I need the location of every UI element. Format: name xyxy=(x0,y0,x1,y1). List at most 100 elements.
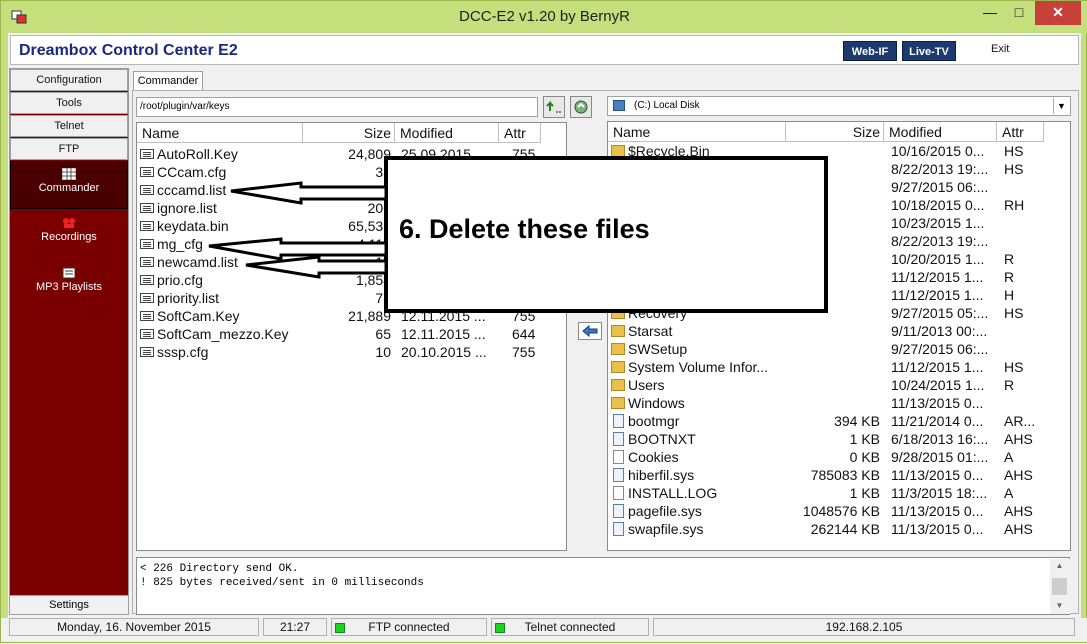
entry-modified: 11/13/2015 0... xyxy=(891,503,984,519)
console-log[interactable]: < 226 Directory send OK. ! 825 bytes rec… xyxy=(136,557,1070,615)
status-ftp-label: FTP connected xyxy=(368,620,450,634)
parent-folder-button[interactable] xyxy=(543,96,565,118)
log-line: ! 825 bytes received/sent in 0 milliseco… xyxy=(140,577,424,589)
file-size: 24,809 xyxy=(348,146,391,162)
file-size: 21,889 xyxy=(348,308,391,324)
folder-icon xyxy=(611,397,625,409)
exit-button[interactable]: Exit xyxy=(991,43,1009,55)
column-header-modified[interactable]: Modified xyxy=(395,123,499,143)
entry-modified: 11/3/2015 18:... xyxy=(891,485,988,501)
entry-size: 1 KB xyxy=(849,485,880,501)
table-row[interactable]: SWSetup 9/27/2015 06:... xyxy=(608,340,1070,358)
entry-name: Cookies xyxy=(628,449,679,465)
sidebar: Configuration Tools Telnet FTP Commander xyxy=(9,68,129,613)
file-modified: 12.11.2015 ... xyxy=(401,326,486,342)
column-header-name[interactable]: Name xyxy=(137,123,303,143)
table-row[interactable]: Cookies 0 KB 9/28/2015 01:... A xyxy=(608,448,1070,466)
table-row[interactable]: Windows 11/13/2015 0... xyxy=(608,394,1070,412)
entry-modified: 6/18/2013 16:... xyxy=(891,431,989,447)
file-name: priority.list xyxy=(157,290,219,306)
entry-size: 0 KB xyxy=(849,449,880,465)
scroll-thumb[interactable] xyxy=(1052,578,1067,595)
sidebar-item-recordings[interactable]: Recordings xyxy=(10,211,128,259)
scroll-up-icon[interactable]: ▲ xyxy=(1052,561,1067,570)
entry-name: System Volume Infor... xyxy=(628,359,769,375)
entry-attr: HS xyxy=(1004,359,1024,375)
table-row[interactable]: INSTALL.LOG 1 KB 11/3/2015 18:... A xyxy=(608,484,1070,502)
entry-attr: H xyxy=(1004,287,1015,303)
entry-modified: 11/12/2015 1... xyxy=(891,359,984,375)
sidebar-item-commander[interactable]: Commander xyxy=(10,161,128,209)
file-size: 10 xyxy=(375,344,391,360)
chevron-down-icon[interactable]: ▼ xyxy=(1053,98,1069,114)
folder-icon xyxy=(611,343,625,355)
entry-modified: 11/12/2015 1... xyxy=(891,287,984,303)
sidebar-telnet-button[interactable]: Telnet xyxy=(10,115,128,137)
file-icon xyxy=(140,167,154,177)
title-bar[interactable]: DCC-E2 v1.20 by BernyR — □ ✕ xyxy=(1,1,1087,33)
entry-modified: 10/24/2015 1... xyxy=(891,377,985,393)
table-row[interactable]: Users 10/24/2015 1... R xyxy=(608,376,1070,394)
column-header-size[interactable]: Size xyxy=(786,122,884,142)
maximize-button[interactable]: □ xyxy=(1005,1,1033,25)
log-scrollbar[interactable]: ▲ ▼ xyxy=(1050,559,1070,614)
film-icon xyxy=(63,218,75,228)
status-ftp: FTP connected xyxy=(331,618,487,636)
file-name: prio.cfg xyxy=(157,272,203,288)
system-file-icon xyxy=(613,432,624,446)
file-name: cccamd.list xyxy=(157,182,227,198)
column-header-attr[interactable]: Attr xyxy=(997,122,1044,142)
column-header-attr[interactable]: Attr xyxy=(499,123,541,143)
table-row[interactable]: SoftCam_mezzo.Key 65 12.11.2015 ... 644 xyxy=(137,325,566,343)
entry-attr: A xyxy=(1004,449,1014,465)
entry-modified: 11/13/2015 0... xyxy=(891,467,984,483)
status-time: 21:27 xyxy=(263,618,327,636)
webif-logo-button[interactable]: Web-IF xyxy=(843,41,897,61)
livetv-logo-button[interactable]: Live-TV xyxy=(902,41,956,61)
file-name: sssp.cfg xyxy=(157,344,209,360)
drive-select[interactable]: (C:) Local Disk ▼ xyxy=(607,96,1071,116)
table-row[interactable]: swapfile.sys 262144 KB 11/13/2015 0... AHS xyxy=(608,520,1070,538)
entry-attr: R xyxy=(1004,377,1015,393)
close-button[interactable]: ✕ xyxy=(1035,1,1081,25)
table-row[interactable]: sssp.cfg 10 20.10.2015 ... 755 xyxy=(137,343,566,361)
entry-modified: 10/20/2015 1... xyxy=(891,251,985,267)
entry-modified: 9/27/2015 06:... xyxy=(891,341,989,357)
music-icon xyxy=(62,267,76,279)
column-header-name[interactable]: Name xyxy=(608,122,786,142)
application-window: DCC-E2 v1.20 by BernyR — □ ✕ Dreambox Co… xyxy=(0,0,1087,643)
table-row[interactable]: hiberfil.sys 785083 KB 11/13/2015 0... AHS xyxy=(608,466,1070,484)
entry-modified: 10/18/2015 0... xyxy=(891,197,985,213)
sidebar-item-mp3-playlists[interactable]: MP3 Playlists xyxy=(10,261,128,309)
system-file-icon xyxy=(613,468,624,482)
minimize-button[interactable]: — xyxy=(976,1,1004,25)
entry-modified: 9/27/2015 05:... xyxy=(891,305,989,321)
table-row[interactable]: Starsat 9/11/2013 00:... xyxy=(608,322,1070,340)
file-name: AutoRoll.Key xyxy=(157,146,238,162)
folder-icon xyxy=(611,361,625,373)
file-size: 200 xyxy=(367,200,391,216)
table-row[interactable]: bootmgr 394 KB 11/21/2014 0... AR... xyxy=(608,412,1070,430)
tab-commander[interactable]: Commander xyxy=(133,71,203,92)
file-size: 39 xyxy=(303,181,391,199)
table-row[interactable]: BOOTNXT 1 KB 6/18/2013 16:... AHS xyxy=(608,430,1070,448)
entry-attr: AHS xyxy=(1004,503,1033,519)
table-row[interactable]: pagefile.sys 1048576 KB 11/13/2015 0... AHS xyxy=(608,502,1070,520)
settings-button[interactable]: Settings xyxy=(9,595,129,615)
entry-attr: R xyxy=(1004,269,1015,285)
file-attr: 644 xyxy=(512,326,536,342)
remote-path-field[interactable]: /root/plugin/var/keys xyxy=(136,97,538,117)
entry-name: BOOTNXT xyxy=(628,431,696,447)
sidebar-configuration-button[interactable]: Configuration xyxy=(10,69,128,91)
sidebar-tools-button[interactable]: Tools xyxy=(10,92,128,114)
copy-to-left-button[interactable] xyxy=(578,322,602,340)
scroll-down-icon[interactable]: ▼ xyxy=(1052,601,1067,610)
refresh-button[interactable] xyxy=(570,96,592,118)
column-header-modified[interactable]: Modified xyxy=(884,122,997,142)
table-row[interactable]: System Volume Infor... 11/12/2015 1... HS xyxy=(608,358,1070,376)
file-name: mg_cfg xyxy=(157,236,203,252)
column-header-size[interactable]: Size xyxy=(303,123,395,143)
file-attr: 755 xyxy=(512,344,536,360)
sidebar-ftp-button[interactable]: FTP xyxy=(10,138,128,160)
entry-attr: HS xyxy=(1004,305,1024,321)
